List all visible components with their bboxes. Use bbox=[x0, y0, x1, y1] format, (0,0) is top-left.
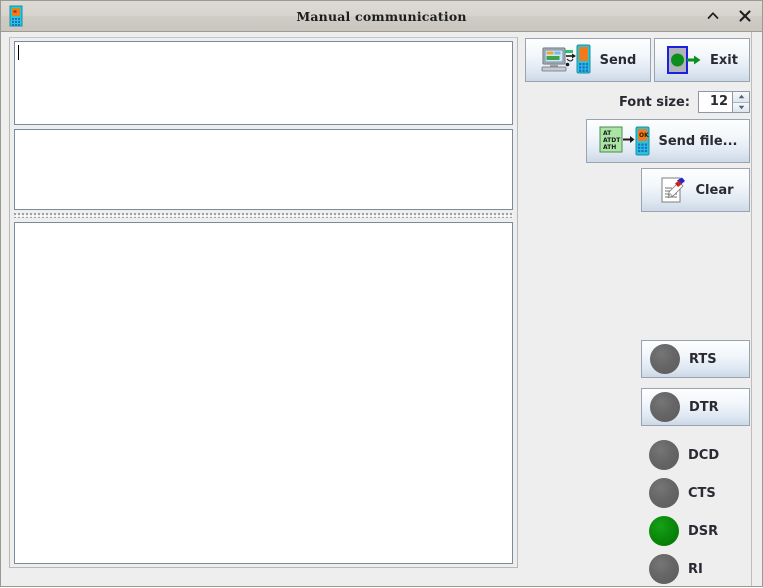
dcd-led-icon bbox=[649, 440, 679, 470]
window-content: Send Exit Font size: 12 AT ATDT ATH OK S… bbox=[1, 32, 762, 586]
command-textarea[interactable] bbox=[14, 129, 513, 210]
communication-split-pane bbox=[9, 37, 518, 568]
svg-text:ATDT: ATDT bbox=[603, 137, 621, 144]
window-controls bbox=[705, 7, 753, 25]
split-grip-dots bbox=[14, 213, 513, 218]
dtr-button[interactable]: DTR bbox=[641, 388, 750, 426]
rts-label: RTS bbox=[689, 351, 717, 367]
ri-indicator: RI bbox=[641, 550, 750, 588]
rts-button[interactable]: RTS bbox=[641, 340, 750, 378]
controls-panel: Send Exit Font size: 12 AT ATDT ATH OK S… bbox=[520, 32, 752, 586]
send-file-button[interactable]: AT ATDT ATH OK Send file... bbox=[586, 119, 750, 163]
exit-button[interactable]: Exit bbox=[654, 38, 750, 82]
send-button-label: Send bbox=[599, 52, 637, 68]
font-size-label: Font size: bbox=[618, 94, 690, 110]
dtr-led-icon bbox=[650, 392, 680, 422]
clear-button[interactable]: Clear bbox=[641, 168, 750, 212]
exit-button-label: Exit bbox=[710, 52, 738, 68]
ri-label: RI bbox=[688, 561, 703, 577]
dsr-label: DSR bbox=[688, 523, 719, 539]
font-size-row: Font size: 12 bbox=[520, 91, 750, 113]
clear-icon bbox=[658, 175, 688, 205]
dsr-indicator: DSR bbox=[641, 512, 750, 550]
application-window: Manual communication Send Exit Font size… bbox=[0, 0, 763, 587]
panel-separator bbox=[751, 32, 752, 586]
dtr-label: DTR bbox=[689, 399, 719, 415]
clear-button-label: Clear bbox=[695, 182, 734, 198]
send-file-button-label: Send file... bbox=[658, 133, 738, 149]
spinner-down-arrow-icon[interactable] bbox=[733, 102, 749, 112]
font-size-spinner[interactable]: 12 bbox=[698, 91, 750, 113]
font-size-spinner-arrows bbox=[732, 92, 749, 112]
close-button[interactable] bbox=[737, 7, 753, 25]
rts-led-icon bbox=[650, 344, 680, 374]
text-caret bbox=[18, 45, 19, 60]
ri-led-icon bbox=[649, 554, 679, 584]
title-bar[interactable]: Manual communication bbox=[1, 1, 762, 32]
split-pane-divider[interactable] bbox=[14, 212, 513, 220]
window-title: Manual communication bbox=[296, 8, 467, 24]
svg-text:AT: AT bbox=[603, 130, 612, 137]
svg-text:OK: OK bbox=[639, 132, 649, 139]
input-textarea[interactable] bbox=[14, 41, 513, 125]
svg-text:ATH: ATH bbox=[603, 144, 616, 151]
send-file-icon: AT ATDT ATH OK bbox=[599, 125, 651, 157]
exit-icon bbox=[666, 45, 702, 75]
log-textarea[interactable] bbox=[14, 222, 513, 564]
dcd-label: DCD bbox=[688, 447, 720, 463]
send-button[interactable]: Send bbox=[525, 38, 651, 82]
collapse-button[interactable] bbox=[705, 7, 721, 25]
mobile-phone-icon bbox=[6, 5, 26, 27]
cts-led-icon bbox=[649, 478, 679, 508]
font-size-input[interactable]: 12 bbox=[699, 92, 732, 112]
dsr-led-icon bbox=[649, 516, 679, 546]
spinner-up-arrow-icon[interactable] bbox=[733, 92, 749, 103]
cts-indicator: CTS bbox=[641, 474, 750, 512]
send-icon bbox=[540, 43, 592, 77]
dcd-indicator: DCD bbox=[641, 436, 750, 474]
cts-label: CTS bbox=[688, 485, 716, 501]
